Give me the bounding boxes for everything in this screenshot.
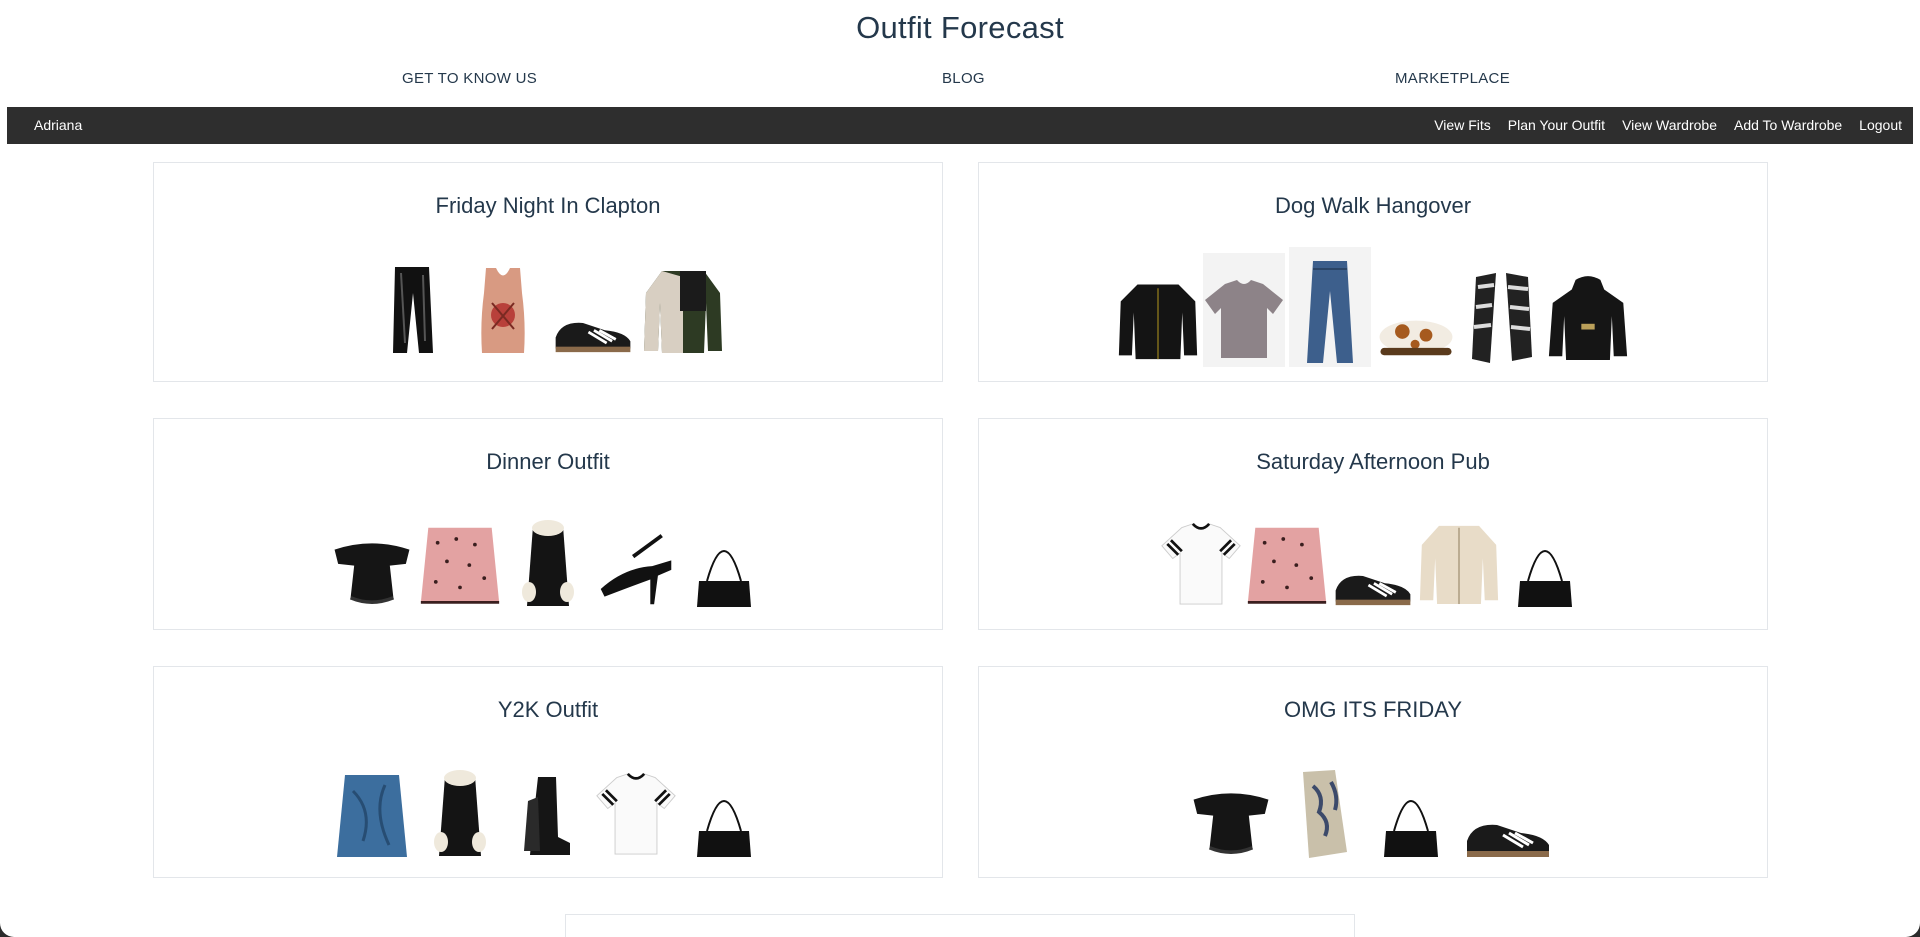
black-vinyl-trousers-icon xyxy=(372,258,454,358)
user-bar: Adriana View Fits Plan Your Outfit View … xyxy=(7,107,1913,144)
add-to-wardrobe-link[interactable]: Add To Wardrobe xyxy=(1734,117,1842,133)
black-fur-coat-icon xyxy=(419,761,501,861)
black-boots-icon xyxy=(507,761,589,861)
username: Adriana xyxy=(34,117,83,133)
outfit-card[interactable]: Dinner Outfit xyxy=(153,418,943,630)
printed-tank-top-icon xyxy=(462,258,544,358)
black-hoodie-icon xyxy=(1547,267,1629,367)
black-sneakers-icon xyxy=(1332,511,1414,611)
black-sneakers-icon xyxy=(1460,761,1556,861)
outfit-items xyxy=(154,258,942,358)
nav-blog[interactable]: BLOG xyxy=(942,70,985,87)
striped-scarf-icon xyxy=(1461,267,1543,367)
black-shoulder-bag-icon xyxy=(1504,511,1586,611)
outfit-card[interactable]: OMG ITS FRIDAY xyxy=(978,666,1768,878)
outfit-card[interactable]: Y2K Outfit xyxy=(153,666,943,878)
user-links: View Fits Plan Your Outfit View Wardrobe… xyxy=(1434,117,1902,133)
outfit-title: Friday Night In Clapton xyxy=(435,193,661,218)
paisley-skirt-icon xyxy=(1280,761,1362,861)
outfit-title: Saturday Afternoon Pub xyxy=(1256,449,1490,474)
black-ruffle-top-icon xyxy=(331,511,413,611)
pink-polka-skirt-icon xyxy=(419,511,501,611)
bomber-jacket-icon xyxy=(642,258,724,358)
outfit-card[interactable] xyxy=(565,914,1355,937)
blue-jeans-icon xyxy=(1289,247,1371,367)
outfit-card[interactable]: Dog Walk Hangover xyxy=(978,162,1768,382)
black-shoulder-bag-icon xyxy=(1370,761,1452,861)
pink-polka-skirt-icon xyxy=(1246,511,1328,611)
page: Outfit Forecast GET TO KNOW US BLOG MARK… xyxy=(0,0,1920,937)
denim-skirt-icon xyxy=(331,761,413,861)
white-stripe-tshirt-icon xyxy=(595,761,677,861)
outfit-items xyxy=(154,761,942,861)
white-stripe-tshirt-icon xyxy=(1160,511,1242,611)
black-shoulder-bag-icon xyxy=(683,761,765,861)
site-title[interactable]: Outfit Forecast xyxy=(0,10,1920,46)
cow-print-clogs-icon xyxy=(1375,267,1457,367)
outfit-items xyxy=(979,761,1767,861)
outfit-card[interactable]: Saturday Afternoon Pub xyxy=(978,418,1768,630)
outfit-title: Dog Walk Hangover xyxy=(1274,193,1472,218)
view-fits-link[interactable]: View Fits xyxy=(1434,117,1491,133)
outfit-title: OMG ITS FRIDAY xyxy=(1283,697,1463,722)
outfit-items xyxy=(979,247,1767,367)
black-ruffle-top-icon xyxy=(1190,761,1272,861)
outfit-items xyxy=(979,511,1767,611)
outfit-title: Y2K Outfit xyxy=(497,697,599,722)
plan-outfit-link[interactable]: Plan Your Outfit xyxy=(1508,117,1605,133)
black-cardigan-icon xyxy=(1117,267,1199,367)
view-wardrobe-link[interactable]: View Wardrobe xyxy=(1622,117,1717,133)
logout-link[interactable]: Logout xyxy=(1859,117,1902,133)
black-heels-icon xyxy=(595,511,677,611)
black-sneakers-icon xyxy=(552,258,634,358)
outfit-title: Dinner Outfit xyxy=(486,449,610,474)
grey-tshirt-icon xyxy=(1203,253,1285,367)
black-fur-coat-icon xyxy=(507,511,589,611)
black-shoulder-bag-icon xyxy=(683,511,765,611)
outfit-items xyxy=(154,511,942,611)
nav-marketplace[interactable]: MARKETPLACE xyxy=(1395,70,1510,87)
nav-get-to-know-us[interactable]: GET TO KNOW US xyxy=(402,70,537,87)
cream-jacket-icon xyxy=(1418,511,1500,611)
outfit-card[interactable]: Friday Night In Clapton xyxy=(153,162,943,382)
